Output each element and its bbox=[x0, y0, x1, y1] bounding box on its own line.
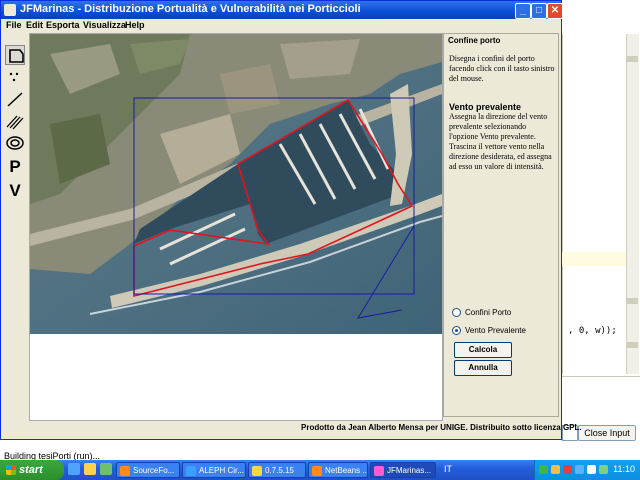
target-tool-icon[interactable] bbox=[5, 133, 25, 153]
clock[interactable]: 11:10 bbox=[613, 464, 635, 474]
task-sourceforge[interactable]: SourceFo... bbox=[116, 462, 180, 478]
scroll-marker bbox=[626, 298, 638, 304]
panel-heading: Vento prevalente bbox=[449, 102, 522, 112]
editor-scrollbar[interactable] bbox=[626, 34, 639, 374]
radio-circle[interactable] bbox=[452, 308, 461, 318]
menu-bar: File Edit Esporta Visualizza Help bbox=[1, 19, 561, 33]
radio-confini-porto[interactable]: Confini Porto bbox=[452, 308, 512, 318]
task-jfmarinas[interactable]: JFMarinas... bbox=[370, 462, 436, 478]
radio-label: Confini Porto bbox=[465, 308, 512, 317]
credits-text: Prodotto da Jean Alberto Mensa per UNIGE… bbox=[301, 423, 582, 432]
start-button[interactable]: start bbox=[0, 460, 64, 480]
waves-tool-icon[interactable] bbox=[5, 111, 25, 131]
window-title: JFMarinas - Distribuzione Portualità e V… bbox=[20, 3, 361, 15]
map-canvas[interactable] bbox=[29, 33, 443, 421]
radio-vento-prevalente[interactable]: Vento Prevalente bbox=[452, 326, 526, 336]
tray-icon[interactable] bbox=[551, 465, 560, 474]
language-indicator[interactable]: IT bbox=[444, 464, 452, 474]
annulla-button[interactable]: Annulla bbox=[454, 360, 512, 376]
calcola-button[interactable]: Calcola bbox=[454, 342, 512, 358]
close-input-button[interactable]: Close Input bbox=[578, 425, 636, 441]
start-label: start bbox=[19, 464, 43, 476]
radio-label: Vento Prevalente bbox=[465, 326, 526, 335]
current-line-highlight bbox=[562, 252, 626, 266]
windows-logo-icon bbox=[6, 465, 16, 476]
code-line: , 0, w)); bbox=[568, 326, 617, 336]
scroll-marker bbox=[626, 342, 638, 348]
radio-circle-selected[interactable] bbox=[452, 326, 461, 336]
v-tool[interactable]: V bbox=[5, 181, 25, 201]
tray-icon[interactable] bbox=[575, 465, 584, 474]
minimize-button[interactable]: _ bbox=[515, 3, 531, 19]
menu-visualizza[interactable]: Visualizza bbox=[83, 20, 126, 30]
aerial-photo[interactable] bbox=[30, 34, 442, 334]
menu-edit[interactable]: Edit bbox=[26, 20, 43, 30]
tray-icon[interactable] bbox=[563, 465, 572, 474]
polygon-tool-icon[interactable] bbox=[5, 45, 25, 65]
menu-file[interactable]: File bbox=[6, 20, 22, 30]
maximize-button[interactable]: □ bbox=[531, 3, 547, 19]
app-icon bbox=[4, 4, 16, 16]
title-bar[interactable]: JFMarinas - Distribuzione Portualità e V… bbox=[1, 1, 563, 19]
panel-body: Assegna la direzione del vento prevalent… bbox=[449, 112, 552, 171]
points-tool-icon[interactable] bbox=[5, 67, 25, 87]
tray-icon[interactable] bbox=[599, 465, 608, 474]
ie-quicklaunch-icon[interactable] bbox=[68, 463, 80, 475]
task-netbeans[interactable]: NetBeans ... bbox=[308, 462, 368, 478]
tray-icon[interactable] bbox=[587, 465, 596, 474]
scroll-marker bbox=[626, 56, 638, 62]
tool-palette: P V bbox=[5, 43, 27, 203]
desktop-quicklaunch-icon[interactable] bbox=[100, 463, 112, 475]
instructions-panel: Confine porto Disegna i confini del port… bbox=[443, 33, 559, 417]
line-tool-icon[interactable] bbox=[5, 89, 25, 109]
task-aleph[interactable]: ALEPH Cir... bbox=[182, 462, 246, 478]
menu-help[interactable]: Help bbox=[125, 20, 145, 30]
system-tray: 11:10 bbox=[534, 460, 640, 480]
jfmarinas-window: JFMarinas - Distribuzione Portualità e V… bbox=[0, 0, 582, 440]
panel-intro: Disegna i confini del porto facendo clic… bbox=[449, 54, 555, 83]
close-button[interactable]: ✕ bbox=[547, 3, 563, 19]
panel-title: Confine porto bbox=[448, 36, 501, 45]
p-tool[interactable]: P bbox=[5, 157, 25, 177]
panel-text: Disegna i confini del porto facendo clic… bbox=[449, 54, 555, 172]
folder-quicklaunch-icon[interactable] bbox=[84, 463, 96, 475]
tray-icon[interactable] bbox=[539, 465, 548, 474]
taskbar: start SourceFo... ALEPH Cir... 0.7.5.15 … bbox=[0, 460, 640, 480]
output-pane bbox=[562, 376, 640, 423]
menu-esporta[interactable]: Esporta bbox=[46, 20, 80, 30]
task-folder[interactable]: 0.7.5.15 bbox=[248, 462, 306, 478]
